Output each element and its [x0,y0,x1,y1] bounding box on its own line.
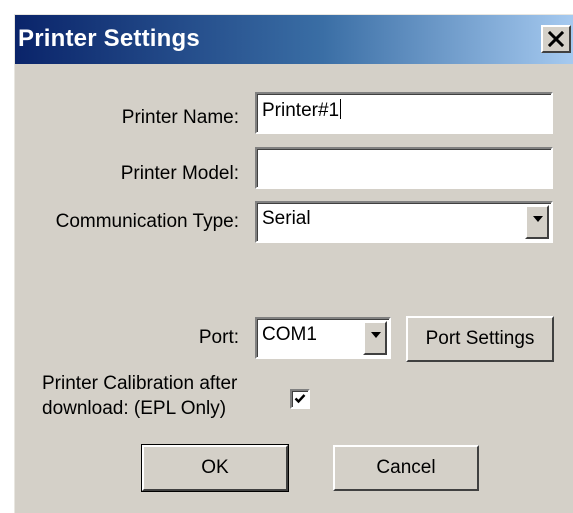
printer-model-input[interactable] [255,147,553,189]
port-settings-button[interactable]: Port Settings [406,316,554,362]
printer-settings-dialog: Printer Settings Printer Name: Printer#1… [14,14,573,513]
cancel-button[interactable]: Cancel [333,445,479,491]
calibration-label-line1: Printer Calibration after [42,373,238,394]
title-bar[interactable]: Printer Settings [15,15,573,64]
printer-model-label: Printer Model: [120,163,239,184]
close-icon [548,31,564,47]
port-value: COM1 [262,324,317,345]
ok-button[interactable]: OK [141,444,289,492]
chevron-down-icon [533,216,543,222]
communication-type-dropdown-button[interactable] [525,205,549,239]
chevron-down-icon [371,332,381,338]
communication-type-select[interactable]: Serial [255,201,553,243]
window-title: Printer Settings [18,25,200,52]
port-label: Port: [198,327,239,348]
port-select[interactable]: COM1 [255,317,391,359]
printer-name-label: Printer Name: [121,107,239,128]
check-icon [294,394,306,404]
text-caret [340,99,342,119]
communication-type-value: Serial [262,208,311,229]
printer-name-input[interactable]: Printer#1 [255,92,553,134]
printer-name-value: Printer#1 [262,100,340,121]
calibration-checkbox[interactable] [290,389,310,409]
close-button[interactable] [541,25,571,53]
calibration-label-line2: download: (EPL Only) [42,398,227,419]
port-dropdown-button[interactable] [363,321,387,355]
communication-type-label: Communication Type: [55,211,239,232]
